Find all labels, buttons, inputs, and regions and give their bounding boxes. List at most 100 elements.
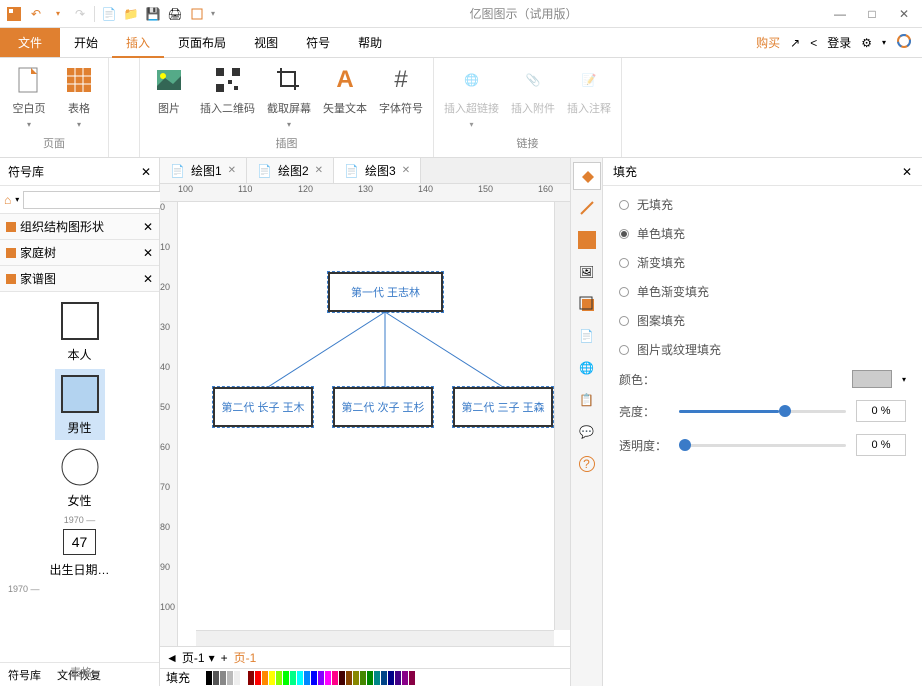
text-tool-icon[interactable]: 📄 <box>573 322 601 350</box>
menu-layout[interactable]: 页面布局 <box>164 28 240 57</box>
palette-color[interactable] <box>360 671 366 685</box>
fill-option-solid[interactable]: 单色填充 <box>619 225 906 242</box>
palette-color[interactable] <box>395 671 401 685</box>
home-icon[interactable]: ⌂ <box>4 193 11 207</box>
buy-link[interactable]: 购买 <box>756 34 780 51</box>
brightness-slider[interactable] <box>679 410 846 413</box>
tab-1[interactable]: 📄绘图1✕ <box>160 158 247 183</box>
scrollbar-horizontal[interactable] <box>196 630 554 646</box>
open-icon[interactable]: 📁 <box>123 6 139 22</box>
tool-table[interactable]: 表格 ▾ <box>60 64 98 129</box>
tool-vector-text[interactable]: A矢量文本 <box>323 64 367 116</box>
palette-color[interactable] <box>206 671 212 685</box>
help-tool-icon[interactable]: ? <box>573 450 601 478</box>
layer-tool-icon[interactable] <box>573 290 601 318</box>
comment-tool-icon[interactable]: 💬 <box>573 418 601 446</box>
tool-qr[interactable]: 插入二维码 <box>200 64 255 116</box>
palette-color[interactable] <box>409 671 415 685</box>
print-icon[interactable]: 🖨 <box>167 6 183 22</box>
scrollbar-vertical[interactable] <box>554 202 570 630</box>
tab-3[interactable]: 📄绘图3✕ <box>334 158 421 183</box>
shape-female[interactable]: 女性 <box>59 446 101 509</box>
tool-blank-page[interactable]: 空白页 ▾ <box>10 64 48 129</box>
close-icon[interactable]: ✕ <box>902 165 912 179</box>
fill-option-gradient[interactable]: 渐变填充 <box>619 254 906 271</box>
chevron-down-icon[interactable]: ▾ <box>77 120 81 129</box>
palette-color[interactable] <box>367 671 373 685</box>
menu-file[interactable]: 文件 <box>0 28 60 57</box>
palette-color[interactable] <box>276 671 282 685</box>
fill-tool-icon[interactable] <box>573 162 601 190</box>
chevron-down-icon[interactable]: ▾ <box>902 375 906 384</box>
gear-dropdown-icon[interactable]: ▾ <box>882 38 886 47</box>
tool-image[interactable]: 图片 <box>150 64 188 116</box>
color-swatch[interactable] <box>852 370 892 388</box>
close-icon[interactable]: ✕ <box>143 220 153 234</box>
palette-color[interactable] <box>290 671 296 685</box>
gear-icon[interactable]: ⚙ <box>861 36 872 50</box>
left-footer-tab-lib[interactable]: 符号库 <box>0 663 49 686</box>
node-child-3[interactable]: 第二代 三子 王森 <box>453 387 553 427</box>
palette-color[interactable] <box>220 671 226 685</box>
opacity-value[interactable]: 0 % <box>856 434 906 456</box>
node-child-2[interactable]: 第二代 次子 王杉 <box>333 387 433 427</box>
left-cat-org[interactable]: 组织结构图形状✕ <box>0 214 159 240</box>
tab-2[interactable]: 📄绘图2✕ <box>247 158 334 183</box>
menu-insert[interactable]: 插入 <box>112 28 164 57</box>
color-swatch-icon[interactable] <box>573 226 601 254</box>
page-selector-left[interactable]: ◄页-1▾ <box>166 649 215 666</box>
fill-option-mono-gradient[interactable]: 单色渐变填充 <box>619 283 906 300</box>
chevron-down-icon[interactable]: ▾ <box>15 195 19 204</box>
palette-color[interactable] <box>332 671 338 685</box>
close-icon[interactable]: ✕ <box>315 165 323 176</box>
palette-color[interactable] <box>339 671 345 685</box>
canvas[interactable]: 第一代 王志林 第二代 长子 王木 第二代 次子 王杉 第二代 三子 王森 <box>178 202 570 646</box>
fill-option-none[interactable]: 无填充 <box>619 196 906 213</box>
tool-crop[interactable]: 截取屏幕▾ <box>267 64 311 129</box>
menu-start[interactable]: 开始 <box>60 28 112 57</box>
chevron-down-icon[interactable]: ▾ <box>287 120 291 129</box>
export-icon[interactable] <box>189 6 205 22</box>
add-page-button[interactable]: + <box>221 651 228 665</box>
image-tool-icon[interactable]: 🖼 <box>573 258 601 286</box>
fill-option-texture[interactable]: 图片或纹理填充 <box>619 341 906 358</box>
opacity-slider[interactable] <box>679 444 846 447</box>
palette-color[interactable] <box>402 671 408 685</box>
shape-male[interactable]: 男性 <box>55 369 105 440</box>
palette-color[interactable] <box>213 671 219 685</box>
fill-option-pattern[interactable]: 图案填充 <box>619 312 906 329</box>
search-input[interactable] <box>23 191 175 209</box>
node-root[interactable]: 第一代 王志林 <box>328 272 443 312</box>
save-icon[interactable]: 💾 <box>145 6 161 22</box>
redo-icon[interactable]: ↷ <box>72 6 88 22</box>
palette-color[interactable] <box>241 671 247 685</box>
left-cat-genealogy[interactable]: 家谱图✕ <box>0 266 159 292</box>
node-child-1[interactable]: 第二代 长子 王木 <box>213 387 313 427</box>
close-icon[interactable]: ✕ <box>402 165 410 176</box>
close-icon[interactable]: ✕ <box>143 246 153 260</box>
chevron-down-icon[interactable]: ▾ <box>27 120 31 129</box>
share2-icon[interactable]: < <box>810 36 817 50</box>
palette-color[interactable] <box>346 671 352 685</box>
palette-color[interactable] <box>353 671 359 685</box>
shape-birth[interactable]: 出生日期… <box>49 561 109 578</box>
palette-color[interactable] <box>374 671 380 685</box>
palette-color[interactable] <box>318 671 324 685</box>
line-tool-icon[interactable] <box>573 194 601 222</box>
palette-color[interactable] <box>297 671 303 685</box>
palette-color[interactable] <box>325 671 331 685</box>
palette-color[interactable] <box>269 671 275 685</box>
shape-self[interactable]: 本人 <box>59 300 101 363</box>
palette-color[interactable] <box>227 671 233 685</box>
menu-view[interactable]: 视图 <box>240 28 292 57</box>
undo-dropdown-icon[interactable]: ▾ <box>50 6 66 22</box>
login-link[interactable]: 登录 <box>827 34 851 51</box>
left-cat-family[interactable]: 家庭树✕ <box>0 240 159 266</box>
close-icon[interactable]: ✕ <box>228 165 236 176</box>
clipboard-tool-icon[interactable]: 📋 <box>573 386 601 414</box>
maximize-button[interactable]: □ <box>864 6 880 22</box>
color-palette[interactable] <box>206 671 415 685</box>
close-button[interactable]: ✕ <box>896 6 912 22</box>
palette-color[interactable] <box>381 671 387 685</box>
close-icon[interactable]: ✕ <box>141 165 151 179</box>
